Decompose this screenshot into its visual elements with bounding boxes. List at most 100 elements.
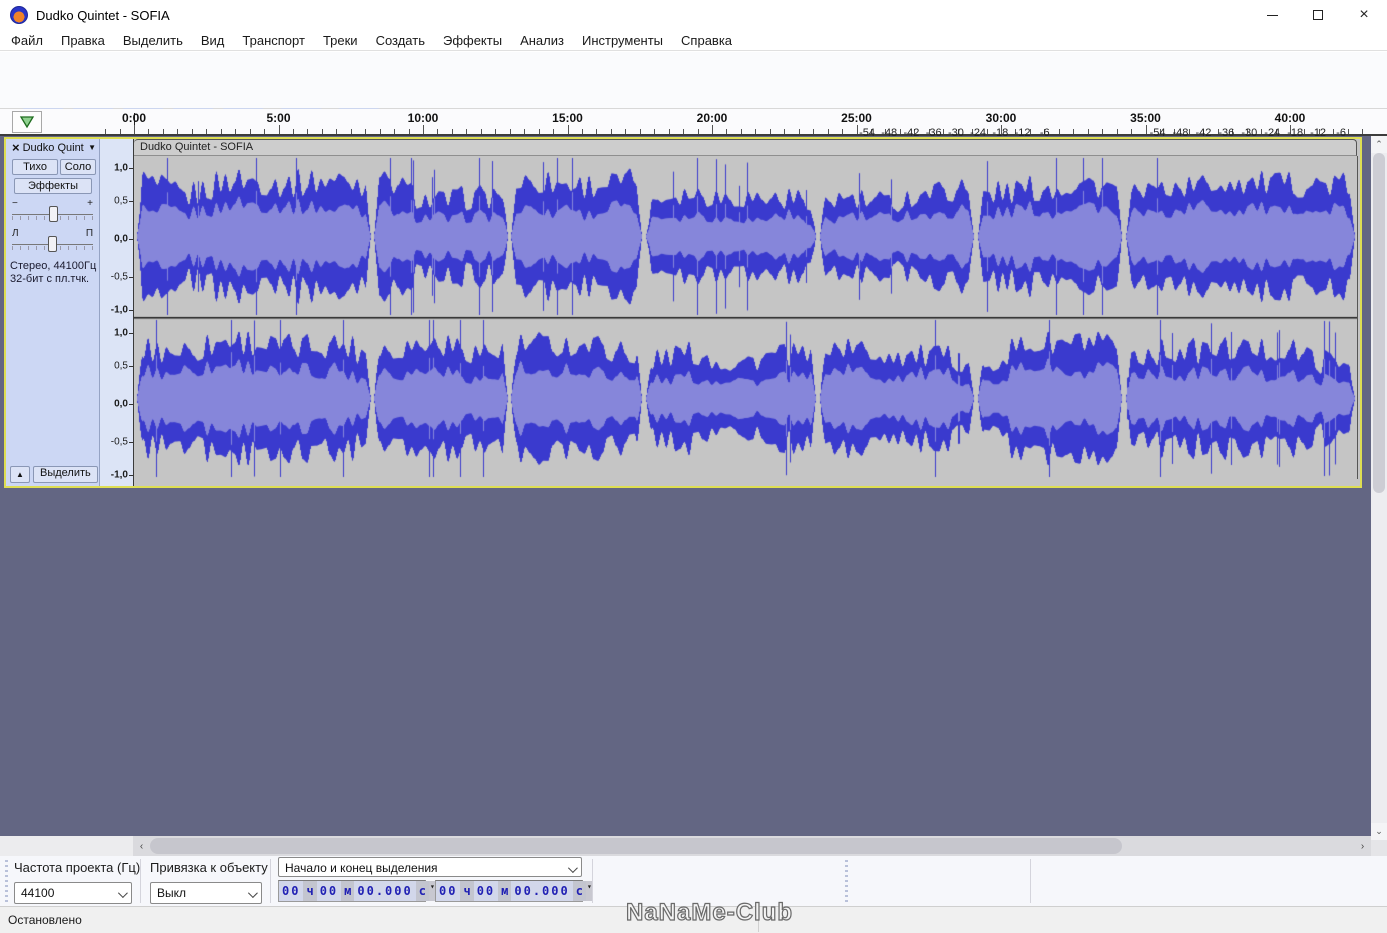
menu-effect[interactable]: Эффекты xyxy=(434,31,511,50)
track-header: × Dudko Quint ▼ xyxy=(6,139,99,156)
timeline-tick xyxy=(163,129,164,134)
toolbar-divider xyxy=(1030,859,1031,903)
time-unit[interactable]: ч xyxy=(460,881,473,901)
track-close-button[interactable]: × xyxy=(9,140,23,155)
timeline-tick xyxy=(177,129,178,134)
timeline-tick xyxy=(828,129,829,134)
timeline-options-button[interactable] xyxy=(12,111,42,133)
select-track-button[interactable]: Выделить xyxy=(33,466,98,483)
menu-view[interactable]: Вид xyxy=(192,31,234,50)
timeline-tick xyxy=(683,129,684,134)
timeline-tick xyxy=(813,129,814,134)
timeline-tick xyxy=(1348,129,1349,134)
track-menu-button[interactable]: ▼ xyxy=(88,143,96,152)
track-area[interactable]: × Dudko Quint ▼ Тихо Соло Эффекты − + Л … xyxy=(0,136,1387,856)
collapse-track-button[interactable]: ▲ xyxy=(10,466,30,483)
selection-end-time-field[interactable]: 00ч00м00.000с▾ xyxy=(435,880,583,902)
time-digits[interactable]: 00.000 xyxy=(511,881,572,901)
time-digits[interactable]: 00 xyxy=(317,881,341,901)
snap-to-value: Выкл xyxy=(157,886,186,900)
gain-plus-label: + xyxy=(87,198,93,209)
timeline-tick xyxy=(293,129,294,134)
time-unit[interactable]: ч xyxy=(303,881,316,901)
menu-analyze[interactable]: Анализ xyxy=(511,31,573,50)
menu-help[interactable]: Справка xyxy=(672,31,741,50)
timeline-tick xyxy=(943,129,944,134)
toolbar-grip[interactable] xyxy=(845,860,848,902)
vertical-scrollbar-thumb[interactable] xyxy=(1373,153,1385,493)
menu-tracks[interactable]: Треки xyxy=(314,31,367,50)
effects-button[interactable]: Эффекты xyxy=(14,178,92,194)
audio-track: × Dudko Quint ▼ Тихо Соло Эффекты − + Л … xyxy=(4,137,1362,488)
meter-tick-label: -6 xyxy=(1040,127,1050,139)
timeline-tick xyxy=(568,125,569,134)
time-digits[interactable]: 00 xyxy=(436,881,460,901)
timeline-tick xyxy=(726,129,727,134)
pan-left-label: Л xyxy=(12,228,19,239)
clip-title: Dudko Quintet - SOFIA xyxy=(140,141,253,153)
time-unit[interactable]: м xyxy=(498,881,511,901)
maximize-button[interactable] xyxy=(1295,0,1341,30)
timeline-tick xyxy=(625,129,626,134)
scroll-down-button[interactable]: ⌄ xyxy=(1371,823,1387,840)
close-button[interactable]: × xyxy=(1341,0,1387,30)
menu-file[interactable]: Файл xyxy=(2,31,52,50)
clip-title-bar[interactable]: Dudko Quintet - SOFIA xyxy=(134,139,1357,156)
solo-button[interactable]: Соло xyxy=(60,159,96,175)
meter-tick-label: -48 xyxy=(1173,127,1189,139)
timeline-tick xyxy=(134,125,135,134)
selection-mode-combobox[interactable]: Начало и конец выделения xyxy=(278,857,582,877)
scroll-up-button[interactable]: ⌃ xyxy=(1371,136,1387,153)
meter-tick-label: -30 xyxy=(1241,127,1257,139)
horizontal-scrollbar-thumb[interactable] xyxy=(150,838,1122,854)
timeline-tick xyxy=(1261,129,1262,134)
timeline-tick xyxy=(423,125,424,134)
vertical-ruler[interactable]: 1,00,50,0-0,5-1,0 1,00,50,0-0,5-1,0 xyxy=(100,139,133,486)
scale-label: 1,0 xyxy=(114,163,128,174)
scale-label: 1,0 xyxy=(114,328,128,339)
audacity-logo-icon xyxy=(10,6,28,24)
time-unit[interactable]: м xyxy=(341,881,354,901)
pan-slider-thumb[interactable] xyxy=(48,236,57,252)
stereo-waveform[interactable] xyxy=(134,156,1358,479)
time-digits[interactable]: 00.000 xyxy=(354,881,415,901)
gain-slider-thumb[interactable] xyxy=(49,206,58,222)
gain-slider[interactable]: − + xyxy=(12,200,93,224)
menu-select[interactable]: Выделить xyxy=(114,31,192,50)
project-rate-label: Частота проекта (Гц) xyxy=(14,860,140,875)
horizontal-scrollbar[interactable]: ‹ › xyxy=(133,836,1371,856)
minimize-button[interactable] xyxy=(1249,0,1295,30)
time-unit[interactable]: с xyxy=(573,881,586,901)
snap-to-combobox[interactable]: Выкл xyxy=(150,882,262,904)
gain-minus-label: − xyxy=(12,198,18,209)
audio-clip[interactable]: Dudko Quintet - SOFIA xyxy=(133,139,1357,486)
horizontal-scrollbar-row: ‹ › xyxy=(0,836,1371,856)
timeline-label: 10:00 xyxy=(408,111,439,125)
pan-slider[interactable]: Л П xyxy=(12,230,93,254)
selection-start-time-field[interactable]: 00ч00м00.000с▾ xyxy=(278,880,426,902)
mute-button[interactable]: Тихо xyxy=(12,159,58,175)
timeline-tick xyxy=(582,129,583,134)
menu-edit[interactable]: Правка xyxy=(52,31,114,50)
track-name[interactable]: Dudko Quint xyxy=(23,142,88,154)
timeline-tick xyxy=(842,129,843,134)
meter-tick-label: -12 xyxy=(1015,127,1031,139)
menu-tools[interactable]: Инструменты xyxy=(573,31,672,50)
vertical-scrollbar[interactable]: ⌃ ⌄ xyxy=(1371,136,1387,840)
scroll-right-button[interactable]: › xyxy=(1354,836,1371,856)
timeline-tick xyxy=(510,129,511,134)
project-rate-combobox[interactable]: 44100 xyxy=(14,882,132,904)
toolbar-divider xyxy=(592,859,593,903)
time-digits[interactable]: 00 xyxy=(474,881,498,901)
timeline-tick xyxy=(409,129,410,134)
time-digits[interactable]: 00 xyxy=(279,881,303,901)
time-unit[interactable]: с xyxy=(416,881,429,901)
scroll-left-button[interactable]: ‹ xyxy=(133,836,150,856)
toolbar-grip[interactable] xyxy=(5,860,8,902)
timeline-tick xyxy=(250,129,251,134)
scale-label: 0,5 xyxy=(114,196,128,207)
menu-transport[interactable]: Транспорт xyxy=(233,31,314,50)
pin-triangle-icon xyxy=(19,115,35,129)
menu-generate[interactable]: Создать xyxy=(367,31,434,50)
meter-tick-label: -48 xyxy=(881,127,897,139)
